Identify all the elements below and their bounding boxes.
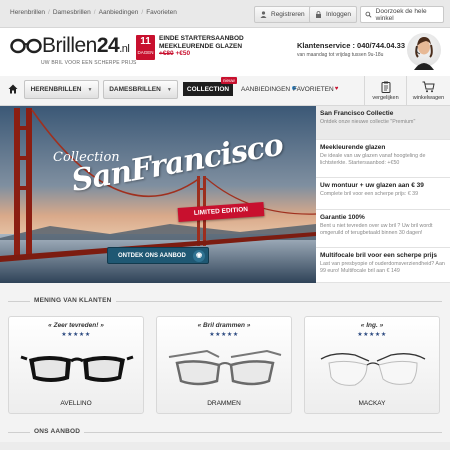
mackay-glasses-image [320,353,426,386]
cart-button[interactable]: winkelwagen [406,76,450,105]
support-agent-avatar [407,33,441,70]
search-placeholder: Doorzoek de hele winkel [375,7,427,22]
compare-label: vergelijken [372,95,399,101]
nav-favorieten-label: FAVORIETEN [293,86,334,93]
nav-damesbrillen[interactable]: DAMESBRILLEN ▼ [103,80,178,99]
top-links: Herenbrillen / Damesbrillen / Aanbiedingen / F… [10,9,177,16]
home-icon[interactable] [8,84,18,94]
register-button[interactable]: Registreren [254,6,311,23]
glasses-logo-icon[interactable] [10,37,42,55]
starter-line2: MEEKLEURENDE GLAZEN [159,42,243,50]
top-link-favorieten[interactable]: Favorieten [146,9,177,16]
cart-icon [422,81,435,93]
nav-herenbrillen-label: HERENBRILLEN [30,86,82,93]
avellino-glasses-image [20,355,134,382]
register-label: Registreren [271,11,305,18]
chevron-down-icon: ▼ [166,86,172,93]
promo-item-meekleurende[interactable]: Meekleurende glazen De ideale van uw gla… [316,140,450,178]
lock-icon [316,11,321,18]
nav-favorieten[interactable]: FAVORIETEN♥ [293,86,338,93]
starter-line1: EINDE STARTERSAANBOD [159,35,244,42]
review-quote: « Ing. » [360,322,384,329]
new-badge: nieuw [221,77,237,84]
starter-offer[interactable]: 11 DAGEN EINDE STARTERSAANBOD MEEKLEUREN… [136,35,244,61]
starter-new-price: +€50 [175,50,191,57]
starter-old-price: +€80 [159,50,174,57]
nav-herenbrillen[interactable]: HERENBRILLEN ▼ [24,80,99,99]
header: Brillen24.nl UW BRIL VOOR EEN SCHERPE PR… [0,28,450,76]
logo-name: Brillen [42,34,97,57]
nav-collection[interactable]: COLLECTION [183,82,233,96]
main-nav: HERENBRILLEN ▼ DAMESBRILLEN ▼ COLLECTION n… [0,76,450,106]
promo-title: San Francisco Collectie [320,110,394,117]
promo-desc: Ontdek onze nieuwe collectie "Premium" [320,119,416,125]
days-counter: 11 DAGEN [136,35,155,60]
nav-damesbrillen-label: DAMESBRILLEN [109,86,161,93]
search-input[interactable]: Doorzoek de hele winkel [360,6,444,23]
compare-button[interactable]: vergelijken [364,76,406,105]
promo-item-san-francisco[interactable]: San Francisco Collectie Ontdek onze nieu… [316,106,450,140]
top-bar: Herenbrillen / Damesbrillen / Aanbiedingen / F… [0,0,450,28]
heart-icon: ♥ [334,86,339,92]
model-name: DRAMMEN [207,400,241,407]
page: Herenbrillen / Damesbrillen / Aanbiedingen / F… [0,0,450,450]
promo-desc: Complete bril voor een scherpe prijs: € … [320,191,419,197]
review-card-mackay[interactable]: « Ing. » ★★★★★ MACKAY [304,316,440,414]
customer-service: Klantenservice : 040/744.04.33 [297,41,405,50]
rating-stars: ★★★★★ [61,332,91,338]
nav-aanbiedingen-label: AANBIEDINGEN [241,86,291,93]
user-icon [260,11,267,18]
rating-stars: ★★★★★ [357,332,387,338]
review-quote: « Bril drammen » [197,322,251,329]
review-quote: « Zeer tevreden! » [48,322,104,329]
chevron-down-icon: ▼ [87,86,93,93]
promo-title: Uw montuur + uw glazen aan € 39 [320,182,424,189]
promo-desc: De ideale van uw glazen vanaf hoogteling… [320,153,426,166]
drammen-glasses-image [168,349,282,386]
discover-offer-label: ONTDEK ONS AANBOD [118,252,186,259]
review-card-avellino[interactable]: « Zeer tevreden! » ★★★★★ AVELLINO [8,316,144,414]
tagline: UW BRIL VOOR EEN SCHERPE PRIJS [41,60,137,66]
offer-strip [0,442,450,450]
eye-icon: ◉ [193,250,205,262]
days-number: 11 [140,36,151,47]
promo-side-panel: San Francisco Collectie Ontdek onze nieu… [316,106,450,283]
promo-item-garantie[interactable]: Garantie 100% Bent u niet tevreden over … [316,210,450,248]
top-link-damesbrillen[interactable]: Damesbrillen [53,9,91,16]
logo-tld: .nl [119,43,130,55]
model-name: AVELLINO [60,400,92,407]
promo-item-montuur[interactable]: Uw montuur + uw glazen aan € 39 Complete… [316,178,450,210]
review-card-drammen[interactable]: « Bril drammen » ★★★★★ DRAMMEN [156,316,292,414]
login-button[interactable]: Inloggen [309,6,357,23]
login-label: Inloggen [326,11,351,18]
top-link-aanbiedingen[interactable]: Aanbiedingen [99,9,139,16]
nav-aanbiedingen[interactable]: AANBIEDINGEN [241,86,297,93]
discover-offer-button[interactable]: ONTDEK ONS AANBOD ◉ [107,247,209,264]
hero-banner[interactable]: Collection SanFrancisco LIMITED EDITION … [0,106,316,283]
rating-stars: ★★★★★ [209,332,239,338]
promo-desc: Last van presbyopie of ouderdomsverziend… [320,261,445,274]
model-name: MACKAY [358,400,386,407]
logo[interactable]: Brillen24.nl [42,34,130,58]
logo-number: 24 [96,34,120,57]
search-icon [365,11,372,18]
promo-item-multifocale[interactable]: Multifocale bril voor een scherpe prijs … [316,248,450,283]
starter-text: EINDE STARTERSAANBOD MEEKLEURENDE GLAZEN… [159,35,244,61]
top-link-herenbrillen[interactable]: Herenbrillen [10,9,45,16]
clipboard-icon [381,81,390,93]
service-hours: van maandag tot vrijdag tussen 9u-18u [297,52,384,58]
days-label: DAGEN [137,50,154,55]
promo-title: Meekleurende glazen [320,144,386,151]
offer-title: ONS AANBOD [30,428,85,435]
promo-title: Multifocale bril voor een scherpe prijs [320,252,438,259]
promo-title: Garantie 100% [320,214,365,221]
cart-label: winkelwagen [412,95,445,101]
promo-desc: Bent u niet tevreden over uw bril ? Uw b… [320,223,433,236]
reviews-title: MENING VAN KLANTEN [30,297,116,304]
